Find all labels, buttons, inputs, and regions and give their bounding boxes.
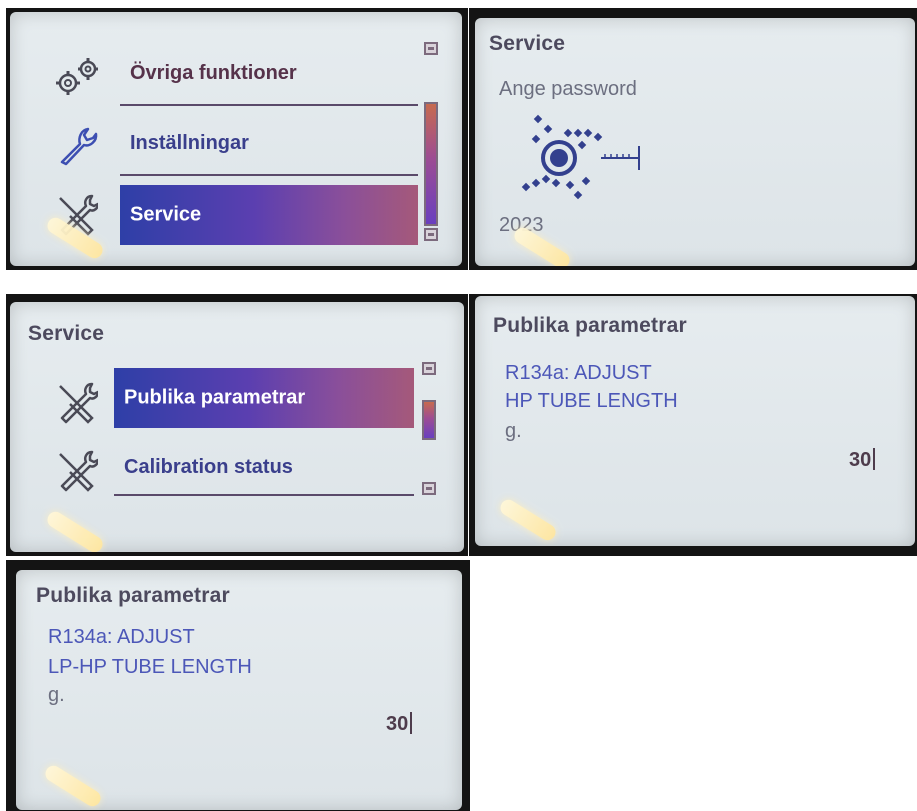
service-tools-icon bbox=[59, 450, 98, 492]
scroll-up-button[interactable] bbox=[424, 42, 438, 55]
parameter-value-input[interactable]: 30 bbox=[849, 448, 876, 472]
light-glare bbox=[497, 496, 559, 544]
gears-icon bbox=[56, 58, 98, 95]
parameter-value: 30 bbox=[386, 713, 409, 735]
menu-divider bbox=[120, 104, 418, 106]
display-screen: Publika parametrar R134a: ADJUST HP TUBE… bbox=[475, 296, 915, 546]
panel-password: Service Ange password 2023 bbox=[469, 8, 917, 270]
panel-hp-tube-length: Publika parametrar R134a: ADJUST HP TUBE… bbox=[469, 294, 917, 556]
panel-main-menu: Övriga funktioner Inställningar Service bbox=[6, 8, 468, 270]
parameter-value-input[interactable]: 30 bbox=[386, 712, 413, 736]
parameter-unit: g. bbox=[48, 684, 65, 706]
light-glare bbox=[42, 762, 104, 810]
scroll-up-button[interactable] bbox=[422, 362, 436, 375]
parameter-unit: g. bbox=[505, 420, 522, 442]
screen-title: Publika parametrar bbox=[493, 314, 687, 337]
text-cursor bbox=[873, 448, 876, 470]
menu-item-calibration-status[interactable]: Calibration status bbox=[124, 456, 293, 479]
screen-title: Service bbox=[489, 32, 566, 55]
panel-service-menu: Service Publika parametrar Calibration s… bbox=[6, 294, 468, 556]
menu-item-publika-parametrar-label: Publika parametrar bbox=[124, 386, 306, 409]
display-screen: Service Publika parametrar Calibration s… bbox=[10, 302, 464, 552]
scrollbar-track[interactable] bbox=[422, 400, 436, 440]
parameter-line-2: HP TUBE LENGTH bbox=[505, 390, 678, 412]
screen-title: Service bbox=[28, 322, 105, 345]
screen-title: Publika parametrar bbox=[36, 584, 230, 607]
menu-item-ovriga-funktioner[interactable]: Övriga funktioner bbox=[130, 62, 297, 85]
wrench-icon bbox=[60, 127, 98, 166]
menu-item-service[interactable]: Service bbox=[120, 185, 418, 245]
parameter-line-2: LP-HP TUBE LENGTH bbox=[48, 656, 252, 678]
parameter-value: 30 bbox=[849, 449, 872, 471]
password-logo-icon bbox=[521, 114, 640, 200]
light-glare bbox=[44, 508, 106, 552]
parameter-line-1: R134a: ADJUST bbox=[505, 362, 652, 384]
display-screen: Publika parametrar R134a: ADJUST LP-HP T… bbox=[16, 570, 462, 810]
text-cursor bbox=[410, 712, 413, 734]
panel-lp-hp-tube-length: Publika parametrar R134a: ADJUST LP-HP T… bbox=[6, 560, 470, 811]
parameter-line-1: R134a: ADJUST bbox=[48, 626, 195, 648]
scroll-down-button[interactable] bbox=[424, 228, 438, 241]
scrollbar-track[interactable] bbox=[424, 102, 438, 226]
menu-item-installningar[interactable]: Inställningar bbox=[130, 132, 249, 155]
menu-item-service-label: Service bbox=[130, 203, 202, 226]
menu-divider bbox=[120, 174, 418, 176]
service-tools-icon bbox=[59, 382, 98, 424]
password-prompt: Ange password bbox=[499, 78, 637, 100]
display-screen: Service Ange password 2023 bbox=[475, 18, 915, 266]
menu-divider bbox=[114, 494, 414, 496]
scroll-down-button[interactable] bbox=[422, 482, 436, 495]
display-screen: Övriga funktioner Inställningar Service bbox=[10, 12, 462, 266]
menu-item-publika-parametrar[interactable]: Publika parametrar bbox=[114, 368, 414, 428]
